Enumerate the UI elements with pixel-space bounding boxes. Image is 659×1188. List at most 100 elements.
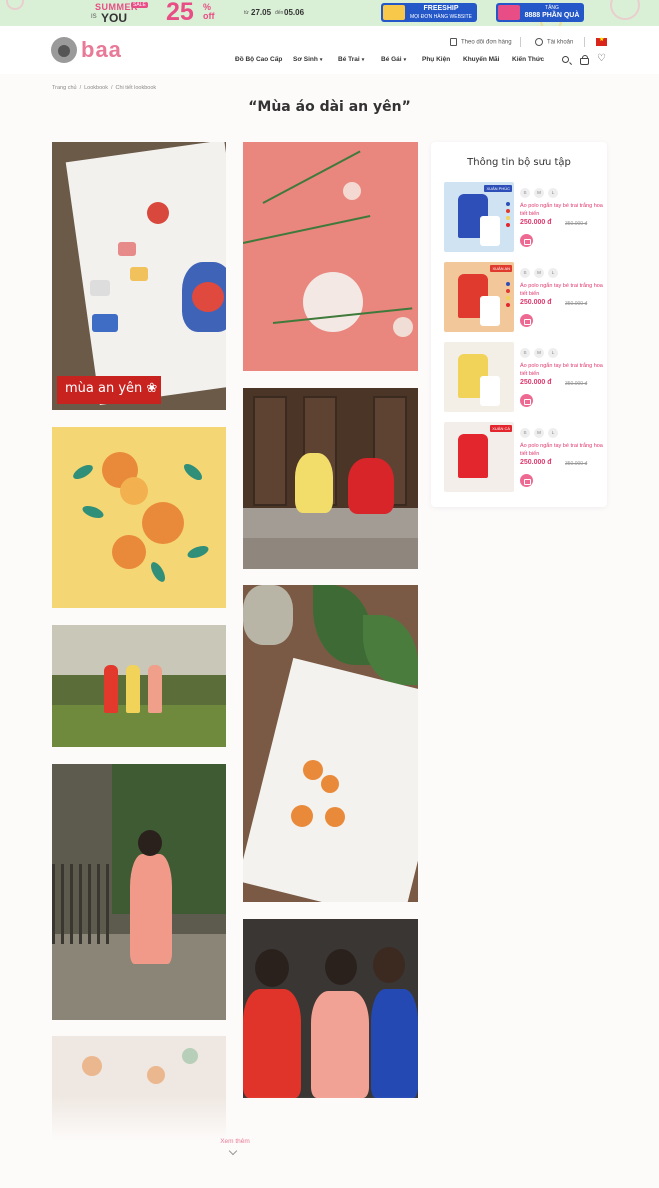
vase-illustration [243,585,293,645]
flower-illustration [393,317,413,337]
paint-swatch [130,267,148,281]
gift-title: 8888 PHẦN QUÀ [524,12,580,19]
product-card[interactable]: XUÂN CÁ S M L Áo polo ngắn tay bé trai t… [444,422,604,494]
heart-icon[interactable]: ♡ [597,53,606,64]
product-card[interactable]: XUÂN AN S M L Áo polo ngắn tay bé trai t… [444,262,604,334]
lookbook-image[interactable] [52,764,226,1020]
leaf-illustration [363,615,418,685]
nav-item-kien-thuc[interactable]: Kiến Thức [512,56,544,63]
product-old-price: 350.000 đ [565,381,588,387]
lookbook-image[interactable]: mùa an yên ❀ [52,142,226,410]
product-image[interactable] [444,342,514,412]
gift-top: TẶNG [545,5,559,11]
product-name[interactable]: Áo polo ngắn tay bé trai trắng hoa tiết … [520,363,604,378]
orange-illustration [112,535,146,569]
promo-percent-off: % off [203,2,215,21]
child-head [138,830,162,856]
lookbook-image[interactable] [52,427,226,608]
nav-item-be-gai[interactable]: Bé Gái ▾ [381,56,406,63]
size-l[interactable]: L [548,348,558,358]
add-to-cart-button[interactable] [520,234,533,247]
size-m[interactable]: M [534,188,544,198]
account-link[interactable]: Tài khoản [535,38,573,46]
size-s[interactable]: S [520,188,530,198]
promo-banner[interactable]: SUMMER SALE IS YOU 25 % off từ 27.05 đến … [0,0,659,26]
cart-icon[interactable] [580,55,589,65]
promo-date-to-label: đến [275,10,284,16]
orange-illustration [291,805,313,827]
track-order-link[interactable]: Theo dõi đơn hàng [450,38,512,46]
leaf-illustration [182,1048,198,1064]
child-figure [348,458,394,514]
vietnam-flag-icon[interactable] [596,36,607,46]
product-image[interactable]: XUÂN PHÚC [444,182,514,252]
add-to-cart-button[interactable] [520,314,533,327]
load-more-button[interactable]: Xem thêm [0,1138,470,1145]
product-price: 250.000 đ [520,219,552,226]
promo-you: YOU [101,11,128,25]
freeship-pill[interactable]: FREESHIP MỌI ĐƠN HÀNG WEBSITE [381,3,477,22]
add-to-cart-button[interactable] [520,394,533,407]
nav-item-khuyen-mai[interactable]: Khuyến Mãi [463,56,499,63]
product-old-price: 350.000 đ [565,461,588,467]
freeship-subtitle: MỌI ĐƠN HÀNG WEBSITE [409,14,473,20]
leaf-illustration [80,503,106,521]
paint-swatch [92,314,118,332]
breadcrumb-current: Chi tiết lookbook [115,85,157,91]
gift-icon [498,5,520,20]
orange-illustration [120,477,148,505]
product-image[interactable]: XUÂN AN [444,262,514,332]
lookbook-image[interactable] [243,142,418,371]
size-l[interactable]: L [548,428,558,438]
size-m[interactable]: M [534,348,544,358]
size-l[interactable]: L [548,188,558,198]
orange-illustration [147,1066,165,1084]
search-icon[interactable] [562,56,569,63]
lion-face-illustration [192,282,224,312]
product-name[interactable]: Áo polo ngắn tay bé trai trắng hoa tiết … [520,203,604,218]
product-image[interactable]: XUÂN CÁ [444,422,514,492]
nav-item-so-sinh[interactable]: Sơ Sinh ▾ [293,56,322,63]
size-m[interactable]: M [534,268,544,278]
logo[interactable]: baa [51,37,121,65]
breadcrumb-home[interactable]: Trang chủ [52,85,77,91]
leaf-illustration [148,559,168,585]
orange-illustration [325,807,345,827]
lookbook-image[interactable] [243,919,418,1098]
orange-illustration [142,502,184,544]
size-m[interactable]: M [534,428,544,438]
color-swatches [506,282,511,310]
truck-icon [383,5,405,20]
lookbook-image[interactable] [243,388,418,569]
nav-item-phu-kien[interactable]: Phụ Kiện [422,56,450,63]
chevron-down-icon: ▾ [319,57,323,63]
flower-illustration [303,272,363,332]
door-illustration [253,396,287,506]
railing-illustration [52,864,112,944]
size-s[interactable]: S [520,428,530,438]
product-name[interactable]: Áo polo ngắn tay bé trai trắng hoa tiết … [520,283,604,298]
promo-date-from: 27.05 [251,8,272,17]
size-s[interactable]: S [520,348,530,358]
leaf-illustration [185,543,211,561]
breadcrumb-lookbook[interactable]: Lookbook [84,85,108,91]
product-card[interactable]: S M L Áo polo ngắn tay bé trai trắng hoa… [444,342,604,414]
add-to-cart-button[interactable] [520,474,533,487]
sheep-logo-icon [51,37,77,63]
lookbook-image[interactable] [52,625,226,747]
promo-date-to: 05.06 [284,8,305,17]
size-options: S M L [520,428,558,438]
gift-pill[interactable]: TẶNG 8888 PHẦN QUÀ [496,3,584,22]
product-tag: XUÂN CÁ [490,425,512,432]
lookbook-image[interactable] [243,585,418,902]
product-card[interactable]: XUÂN PHÚC S M L Áo polo ngắn tay bé trai… [444,182,604,254]
user-icon [535,38,543,46]
nav-item-be-trai[interactable]: Bé Trai ▾ [338,56,364,63]
leaf-illustration [181,461,205,483]
size-s[interactable]: S [520,268,530,278]
paint-swatch [90,280,110,296]
product-pants [480,296,500,326]
nav-item-do-bo-cao-cap[interactable]: Đồ Bộ Cao Cấp [235,56,282,63]
product-name[interactable]: Áo polo ngắn tay bé trai trắng hoa tiết … [520,443,604,458]
size-l[interactable]: L [548,268,558,278]
